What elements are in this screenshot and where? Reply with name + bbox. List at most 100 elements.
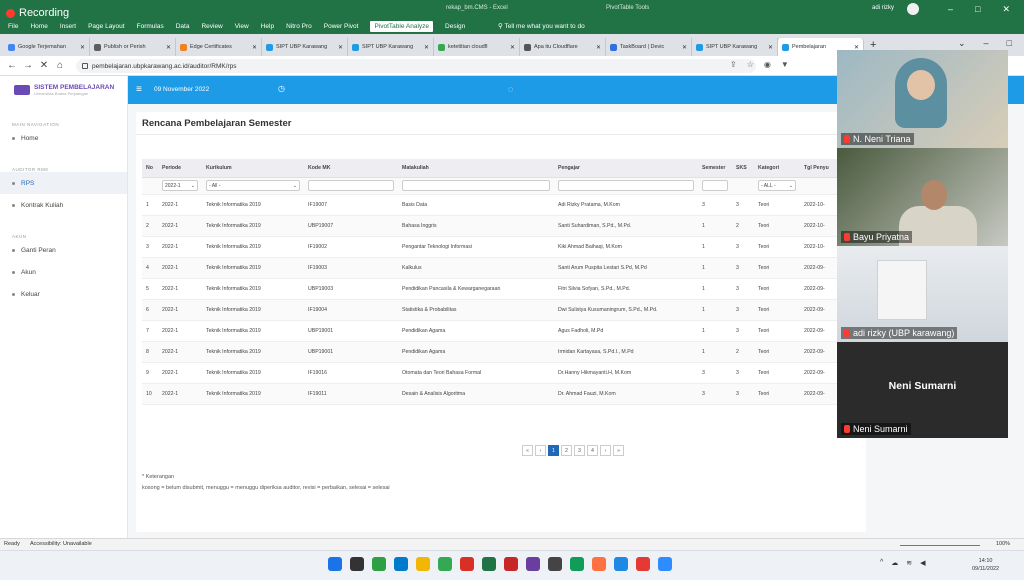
ribbon-tab[interactable]: Data (176, 23, 190, 30)
excel-icon[interactable] (482, 557, 496, 571)
column-header[interactable]: Kode MK (304, 159, 398, 178)
app-blue-icon[interactable] (614, 557, 628, 571)
volume-icon[interactable]: ◀ (920, 559, 925, 567)
browser-tab[interactable]: SIPT UBP Karawang ✕ (262, 38, 348, 56)
chat-icon[interactable] (372, 557, 386, 571)
app-logo[interactable]: SISTEM PEMBELAJARAN Universitas Buana Pe… (0, 76, 127, 104)
ribbon-tab[interactable]: Power Pivot (324, 23, 359, 30)
column-header[interactable]: SKS (732, 159, 754, 178)
browser-tab[interactable]: Edge Certificates ✕ (176, 38, 262, 56)
user-avatar[interactable] (907, 3, 919, 15)
wifi-icon[interactable]: ≋ (906, 559, 912, 567)
cloud-icon[interactable]: ☁ (891, 559, 898, 567)
camera-icon[interactable]: ◉ (764, 60, 771, 69)
kategori-filter-select[interactable]: - ALL - ⌄ (758, 180, 796, 191)
table-row[interactable]: 5 2022-1 Teknik Informatika 2019 UBP19003 Pe… (142, 278, 866, 300)
ribbon-tab[interactable]: Insert (60, 23, 76, 30)
browser-maximize-icon[interactable]: □ (1007, 38, 1012, 49)
tab-close-icon[interactable]: ✕ (424, 44, 429, 51)
table-row[interactable]: 10 2022-1 Teknik Informatika 2019 IF19011 De… (142, 383, 866, 405)
minimize-icon[interactable]: – (948, 4, 953, 15)
tab-close-icon[interactable]: ✕ (596, 44, 601, 51)
tab-close-icon[interactable]: ✕ (682, 44, 687, 51)
ribbon-tab[interactable]: File (8, 23, 18, 30)
chrome-icon[interactable] (438, 557, 452, 571)
table-row[interactable]: 3 2022-1 Teknik Informatika 2019 IF19002 Pen… (142, 236, 866, 258)
zoom-value[interactable]: 100% (996, 541, 1010, 547)
tab-close-icon[interactable]: ✕ (166, 44, 171, 51)
kode-mk-filter-input[interactable] (308, 180, 394, 191)
tab-close-icon[interactable]: ✕ (510, 44, 515, 51)
app-purple-icon[interactable] (526, 557, 540, 571)
tab-close-icon[interactable]: ✕ (768, 44, 773, 51)
ribbon-tab[interactable]: View (235, 23, 249, 30)
table-row[interactable]: 9 2022-1 Teknik Informatika 2019 IF19016 Oto… (142, 362, 866, 384)
tab-close-icon[interactable]: ✕ (338, 44, 343, 51)
zoom-app-icon[interactable] (658, 557, 672, 571)
column-header[interactable]: Matakuliah (398, 159, 554, 178)
table-row[interactable]: 8 2022-1 Teknik Informatika 2019 UBP19001 Pe… (142, 341, 866, 363)
filter-icon[interactable]: ▼ (781, 60, 789, 69)
page-button[interactable]: 4 (587, 445, 598, 456)
sidebar-item-keluar[interactable]: Keluar (0, 283, 127, 305)
app-red-icon[interactable] (460, 557, 474, 571)
browser-tab[interactable]: Publish or Perish ✕ (90, 38, 176, 56)
home-icon[interactable]: ⌂ (52, 60, 68, 71)
sidebar-item-rps[interactable]: RPS (0, 172, 127, 194)
browser-minimize-icon[interactable]: – (984, 38, 989, 49)
video-tile[interactable]: Bayu Priyatna (837, 148, 1008, 246)
column-header[interactable]: Semester (698, 159, 732, 178)
kurikulum-filter-select[interactable]: - All - ⌄ (206, 180, 300, 191)
table-row[interactable]: 6 2022-1 Teknik Informatika 2019 IF19004 Sta… (142, 299, 866, 321)
pengajar-filter-input[interactable] (558, 180, 694, 191)
video-tile-label[interactable]: Neni Sumarni (837, 418, 1008, 438)
maximize-icon[interactable]: □ (975, 4, 980, 15)
star-icon[interactable]: ☆ (747, 60, 754, 69)
column-header[interactable]: Kategori (754, 159, 800, 178)
url-field[interactable]: pembelajaran.ubpkarawang.ac.id/auditor/R… (76, 59, 756, 73)
browser-tab[interactable]: SIPT UBP Karawang ✕ (348, 38, 434, 56)
file-explorer-icon[interactable] (416, 557, 430, 571)
tab-close-icon[interactable]: ✕ (252, 44, 257, 51)
sidebar-item-akun[interactable]: Akun (0, 261, 127, 283)
ribbon-tab[interactable]: Design (445, 23, 465, 30)
browser-tab[interactable]: ketetitian cloudfl ✕ (434, 38, 520, 56)
zoom-slider[interactable] (900, 545, 980, 546)
video-tile[interactable]: N. Neni Triana (837, 50, 1008, 148)
ribbon-tab[interactable]: Home (30, 23, 47, 30)
browser-tab[interactable]: SIPT UBP Karawang ✕ (692, 38, 778, 56)
page-button[interactable]: 3 (574, 445, 585, 456)
table-row[interactable]: 2 2022-1 Teknik Informatika 2019 UBP19007 Ba… (142, 215, 866, 237)
status-accessibility[interactable]: Accessibility: Unavailable (30, 541, 92, 547)
app-record-icon[interactable] (636, 557, 650, 571)
table-row[interactable]: 4 2022-1 Teknik Informatika 2019 IF19003 Kal… (142, 257, 866, 279)
app-orange-icon[interactable] (592, 557, 606, 571)
taskbar-clock[interactable]: 14:10 09/11/2022 (972, 557, 999, 573)
semester-filter-input[interactable] (702, 180, 728, 191)
pdf-icon[interactable] (504, 557, 518, 571)
matakuliah-filter-input[interactable] (402, 180, 550, 191)
video-tile[interactable]: adi rizky (UBP karawang) (837, 246, 1008, 342)
windows-start-icon[interactable] (328, 557, 342, 571)
table-row[interactable]: 7 2022-1 Teknik Informatika 2019 UBP19001 Pe… (142, 320, 866, 342)
close-icon[interactable]: ✕ (1002, 4, 1010, 15)
page-button[interactable]: 1 (548, 445, 559, 456)
page-button[interactable]: › (600, 445, 611, 456)
back-icon[interactable]: ← (4, 60, 20, 71)
tab-close-icon[interactable]: ✕ (80, 44, 85, 51)
forward-icon[interactable]: → (20, 60, 36, 71)
mail-icon[interactable] (548, 557, 562, 571)
share-icon[interactable]: ⇪ (730, 60, 737, 69)
sidebar-item-home[interactable]: Home (0, 127, 127, 149)
tab-search-icon[interactable]: ⌄ (958, 38, 966, 49)
table-row[interactable]: 1 2022-1 Teknik Informatika 2019 IF19007 Bas… (142, 194, 866, 216)
ribbon-tab[interactable]: Review (201, 23, 222, 30)
browser-tab[interactable]: TaskBoard | Devic ✕ (606, 38, 692, 56)
page-button[interactable]: « (522, 445, 533, 456)
ribbon-tab[interactable]: Formulas (137, 23, 164, 30)
vscode-icon[interactable] (394, 557, 408, 571)
ribbon-tab[interactable]: Page Layout (88, 23, 125, 30)
task-view-icon[interactable] (350, 557, 364, 571)
sidebar-item-kontrak-kuliah[interactable]: Kontrak Kuliah (0, 194, 127, 216)
browser-tab[interactable]: Apa itu Cloudflare ✕ (520, 38, 606, 56)
